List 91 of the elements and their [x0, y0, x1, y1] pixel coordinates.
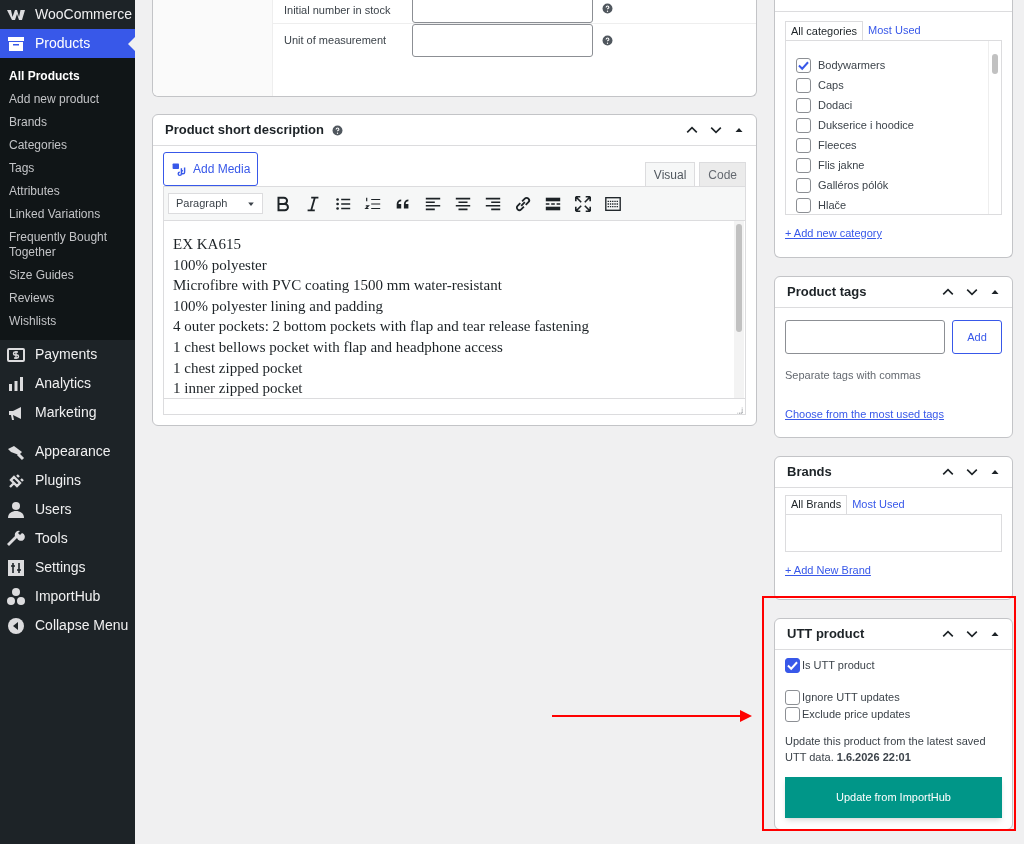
text-line: 100% polyester — [173, 255, 268, 275]
submenu-item[interactable]: Reviews — [0, 287, 135, 310]
field-label: Unit of measurement — [284, 33, 388, 49]
checkbox[interactable] — [796, 137, 811, 153]
tag-input-field[interactable] — [785, 320, 945, 354]
editor-tab[interactable]: Visual — [644, 162, 696, 186]
sidebar-menu-item[interactable]: Appearance — [0, 437, 135, 466]
checkbox[interactable] — [796, 57, 811, 73]
category-label: Flis jakne — [818, 157, 865, 173]
category-label: Dodaci — [818, 97, 853, 113]
text-line: 1 chest zipped pocket — [173, 358, 304, 378]
text-line: 1 inner zipped pocket — [173, 379, 304, 399]
wrench-icon — [6, 528, 26, 549]
resize-handle-icon — [735, 406, 743, 414]
add-tag-button[interactable]: Add — [952, 320, 1002, 354]
panel-title: Product short description — [165, 121, 324, 140]
panel-title: Brands — [787, 462, 832, 481]
help-icon — [602, 35, 613, 46]
three-dots-icon — [6, 586, 26, 607]
fullscreen-icon — [574, 194, 592, 213]
submenu-item[interactable]: Size Guides — [0, 264, 135, 287]
checkbox[interactable] — [796, 177, 811, 193]
submenu-item[interactable]: Brands — [0, 111, 135, 134]
sidebar-menu-item[interactable]: Analytics — [0, 369, 135, 398]
category-label: Galléros pólók — [818, 177, 889, 193]
checkbox[interactable] — [796, 157, 811, 173]
editor-tab[interactable]: Code — [699, 162, 746, 186]
sliders-icon — [6, 557, 26, 578]
category-label: Bodywarmers — [818, 57, 886, 73]
help-icon — [331, 124, 343, 136]
checkbox[interactable] — [796, 197, 811, 213]
sidebar-menu-item[interactable]: Collapse Menu — [0, 611, 135, 640]
menu-pointer — [128, 37, 135, 51]
sidebar-menu-item[interactable]: Marketing — [0, 398, 135, 427]
sidebar-menu-item[interactable]: Users — [0, 495, 135, 524]
submenu-item[interactable]: Wishlists — [0, 310, 135, 333]
category-label: Fleeces — [818, 137, 857, 153]
category-tab[interactable]: All categories — [785, 21, 864, 40]
add-brand-link[interactable]: + Add New Brand — [785, 561, 871, 578]
sidebar-menu-item[interactable]: ImportHub — [0, 582, 135, 611]
info-text: Update this product from the latest saved UTT data. 1.6.2026 22:01 — [785, 733, 987, 765]
text-line: EX KA615 — [173, 235, 242, 254]
category-label: Hlače — [818, 197, 847, 213]
checkbox-label: Ignore UTT updates — [802, 689, 900, 705]
category-label: Dukserice i hoodice — [818, 117, 914, 133]
checkbox[interactable] — [785, 689, 800, 705]
add-category-link[interactable]: + Add new category — [785, 225, 882, 242]
update-button[interactable]: Update from ImportHub — [785, 776, 1002, 818]
sidebar-menu-item[interactable]: Payments — [0, 340, 135, 369]
submenu-item[interactable]: Attributes — [0, 180, 135, 203]
checkbox[interactable] — [796, 117, 811, 133]
format-dropdown[interactable]: Paragraph — [168, 193, 263, 214]
user-icon — [6, 499, 26, 520]
checkbox[interactable] — [785, 657, 800, 673]
panel-title: Product tags — [787, 283, 867, 302]
text-input-field[interactable] — [412, 24, 593, 57]
text-line: Microfibre with PVC coating 1500 mm water-resistant — [173, 276, 503, 296]
media-icon — [171, 161, 187, 177]
submenu-item[interactable]: Frequently Bought Together — [0, 226, 135, 264]
text-line: 1 chest bellows pocket with flap and headphone access — [173, 337, 504, 357]
checkbox[interactable] — [785, 706, 800, 722]
category-tab[interactable]: All Brands — [785, 494, 848, 514]
sidebar-menu-item[interactable]: Settings — [0, 553, 135, 582]
submenu-item[interactable]: Tags — [0, 157, 135, 180]
caret-down-icon — [247, 199, 255, 208]
sidebar-menu-item[interactable]: Plugins — [0, 466, 135, 495]
category-label: Caps — [818, 77, 844, 93]
category-tab[interactable]: Most Used — [863, 21, 926, 40]
checkbox[interactable] — [796, 77, 811, 93]
panel-title: UTT product — [787, 624, 865, 643]
text-line: 4 outer pockets: 2 bottom pockets with flap and tear release fastening — [173, 317, 591, 337]
submenu-item[interactable]: All Products — [0, 65, 135, 88]
link-icon — [514, 194, 532, 213]
editor-content-area[interactable] — [164, 221, 745, 399]
checkbox-label: Is UTT product — [802, 657, 875, 673]
most-used-tags-link[interactable]: Choose from the most used tags — [785, 405, 944, 422]
sidebar-menu-item[interactable]: Tools — [0, 524, 135, 553]
sidebar-menu-item[interactable]: Products — [0, 29, 135, 58]
submenu-item[interactable]: Add new product — [0, 88, 135, 111]
checkbox-label: Exclude price updates — [802, 706, 911, 722]
checkbox[interactable] — [796, 97, 811, 113]
hint-text: Separate tags with commas — [785, 368, 922, 383]
keyboard-icon — [604, 194, 622, 213]
submenu-item[interactable]: Linked Variations — [0, 203, 135, 226]
sidebar-menu-item[interactable]: WooCommerce — [0, 0, 135, 29]
add-media-button[interactable]: Add Media — [163, 152, 259, 186]
help-icon — [602, 3, 613, 14]
submenu-item[interactable]: Categories — [0, 134, 135, 157]
field-label: Initial number in stock — [284, 3, 392, 18]
category-tab[interactable]: Most Used — [847, 494, 910, 514]
text-line: 100% polyester lining and padding — [173, 296, 384, 316]
